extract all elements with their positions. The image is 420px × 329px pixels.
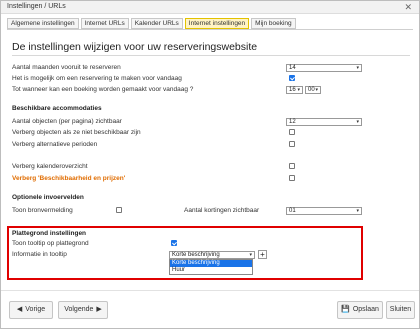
chevron-down-icon: ▾	[356, 119, 359, 125]
tab-bar: Algemene instellingen Internet URLs Kale…	[7, 18, 296, 29]
per-page-value: 12	[289, 119, 296, 125]
discounts-value: 01	[289, 208, 296, 214]
save-button[interactable]: 💾 Opslaan	[337, 301, 383, 319]
tooltip-info-label: Informatie in tooltip	[12, 251, 67, 258]
until-minute-select[interactable]: 00 ▾	[305, 86, 321, 94]
tab-kalender-urls[interactable]: Kalender URLs	[130, 18, 183, 29]
option-korte-beschrijving[interactable]: Korte beschrijving	[170, 260, 252, 267]
tooltip-info-options: Korte beschrijving Huur	[169, 259, 253, 275]
map-settings-title: Plattegrond instellingen	[12, 230, 87, 237]
close-button[interactable]: Sluiten	[386, 301, 415, 319]
until-time-label: Tot wanneer kan een boeking worden gemaa…	[12, 86, 194, 93]
settings-dialog: Instellingen / URLs ✕ Algemene instellin…	[0, 0, 420, 329]
floppy-disk-icon: 💾	[341, 306, 350, 313]
title-bar: Instellingen / URLs ✕	[1, 1, 419, 14]
heading-divider	[12, 55, 410, 56]
chevron-down-icon: ▾	[249, 252, 252, 258]
tooltip-checkbox[interactable]	[171, 240, 177, 246]
show-source-label: Toon bronvermelding	[12, 207, 73, 214]
add-button[interactable]: +	[258, 250, 267, 259]
chevron-down-icon: ▾	[356, 65, 359, 71]
hide-unavailable-checkbox[interactable]	[289, 129, 295, 135]
hide-calendar-checkbox[interactable]	[289, 163, 295, 169]
close-icon[interactable]: ✕	[404, 1, 412, 13]
chevron-down-icon: ▾	[315, 87, 318, 93]
close-label: Sluiten	[389, 306, 412, 313]
discounts-label: Aantal kortingen zichtbaar	[184, 207, 260, 214]
until-minute-value: 00	[308, 87, 315, 93]
months-ahead-value: 14	[289, 65, 296, 71]
per-page-select[interactable]: 12 ▾	[286, 118, 362, 126]
tooltip-label: Toon tooltip op plattegrond	[12, 240, 89, 247]
chevron-right-icon: ▶	[96, 306, 102, 313]
previous-button[interactable]: ◀ Vorige	[9, 301, 53, 319]
page-heading: De instellingen wijzigen voor uw reserve…	[12, 41, 258, 53]
hide-price-label: Verberg 'Beschikbaarheid en prijzen'	[12, 175, 126, 182]
next-label: Volgende	[64, 306, 94, 313]
chevron-left-icon: ◀	[16, 306, 23, 313]
chevron-down-icon: ▾	[297, 87, 300, 93]
per-page-label: Aantal objecten (per pagina) zichtbaar	[12, 118, 122, 125]
same-day-checkbox[interactable]	[289, 75, 295, 81]
tab-internet-urls[interactable]: Internet URLs	[80, 18, 129, 29]
tooltip-info-select[interactable]: Korte beschrijving ▾	[169, 251, 255, 259]
hide-alternatives-label: Verberg alternatieve perioden	[12, 141, 98, 148]
tab-algemene-instellingen[interactable]: Algemene instellingen	[7, 18, 79, 29]
tab-internet-instellingen[interactable]: Internet instellingen	[184, 18, 250, 29]
hide-calendar-label: Verberg kalenderoverzicht	[12, 163, 88, 170]
months-ahead-select[interactable]: 14 ▾	[286, 64, 362, 72]
option-huur[interactable]: Huur	[170, 267, 252, 274]
accommodations-title: Beschikbare accommodaties	[12, 105, 102, 112]
window-title: Instellingen / URLs	[7, 3, 66, 10]
show-source-checkbox[interactable]	[116, 207, 122, 213]
until-hour-select[interactable]: 16 ▾	[286, 86, 303, 94]
footer-divider	[1, 290, 419, 291]
same-day-label: Het is mogelijk om een reservering te ma…	[12, 75, 182, 82]
previous-label: Vorige	[25, 306, 46, 313]
hide-unavailable-label: Verberg objecten als ze niet beschikbaar…	[12, 129, 141, 136]
tab-divider	[7, 29, 413, 30]
tab-mijn-boeking[interactable]: Mijn boeking	[251, 18, 296, 29]
until-hour-value: 16	[289, 87, 296, 93]
hide-alternatives-checkbox[interactable]	[289, 141, 295, 147]
next-button[interactable]: Volgende ▶	[58, 301, 108, 319]
save-label: Opslaan	[352, 306, 379, 313]
optional-fields-title: Optionele invoervelden	[12, 194, 84, 201]
discounts-select[interactable]: 01 ▾	[286, 207, 362, 215]
chevron-down-icon: ▾	[356, 208, 359, 214]
months-ahead-label: Aantal maanden vooruit te reserveren	[12, 64, 121, 71]
tooltip-info-value: Korte beschrijving	[172, 252, 220, 258]
hide-price-checkbox[interactable]	[289, 175, 295, 181]
